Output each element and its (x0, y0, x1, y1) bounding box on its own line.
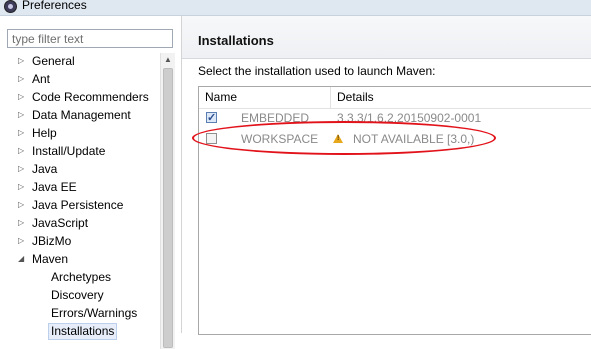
column-header-name[interactable]: Name (205, 90, 237, 104)
chevron-right-icon[interactable]: ▷ (18, 142, 26, 160)
window-title: Preferences (22, 0, 87, 12)
workspace-checkbox[interactable] (206, 133, 217, 144)
chevron-right-icon[interactable]: ▷ (18, 88, 26, 106)
page-title: Installations (198, 33, 274, 48)
embedded-checkbox[interactable] (206, 108, 217, 129)
chevron-right-icon[interactable]: ▷ (18, 232, 26, 250)
chevron-right-icon[interactable]: ▷ (18, 52, 26, 70)
column-separator[interactable] (330, 87, 331, 108)
table-row-embedded[interactable]: EMBEDDED 3.3.3/1.6.2.20150902-0001 (199, 108, 591, 129)
scroll-thumb[interactable] (163, 68, 173, 348)
tree-scrollbar[interactable]: ▲ (160, 53, 175, 349)
instruction-text: Select the installation used to launch M… (198, 64, 436, 78)
page-header: Installations (182, 16, 591, 59)
warning-icon (333, 134, 343, 143)
chevron-right-icon[interactable]: ▷ (18, 106, 26, 124)
scroll-up-arrow-icon[interactable]: ▲ (161, 53, 175, 67)
installation-details: 3.3.3/1.6.2.20150902-0001 (337, 111, 482, 125)
chevron-right-icon[interactable]: ▷ (18, 196, 26, 214)
chevron-right-icon[interactable]: ▷ (18, 124, 26, 142)
chevron-right-icon[interactable]: ▷ (18, 214, 26, 232)
table-header: Name Details (199, 87, 591, 109)
chevron-right-icon[interactable]: ▷ (18, 70, 26, 88)
installations-table: Name Details EMBEDDED 3.3.3/1.6.2.201509… (198, 86, 591, 335)
installation-name: EMBEDDED (241, 111, 310, 125)
chevron-down-icon[interactable]: ◢ (18, 250, 26, 268)
column-header-details[interactable]: Details (337, 90, 374, 104)
preferences-navigation-panel: ▷ General ▷ Ant ▷ Code Recommenders ▷ Da… (0, 16, 180, 349)
chevron-right-icon[interactable]: ▷ (18, 178, 26, 196)
table-row-workspace[interactable]: WORKSPACE NOT AVAILABLE [3.0,) (199, 129, 591, 150)
eclipse-app-icon (4, 0, 17, 13)
title-bar: Preferences (0, 0, 591, 16)
chevron-right-icon[interactable]: ▷ (18, 160, 26, 178)
installation-details: NOT AVAILABLE [3.0,) (353, 132, 475, 146)
installations-page: Installations Select the installation us… (182, 16, 591, 335)
filter-input[interactable] (7, 29, 173, 48)
installation-name: WORKSPACE (241, 132, 319, 146)
